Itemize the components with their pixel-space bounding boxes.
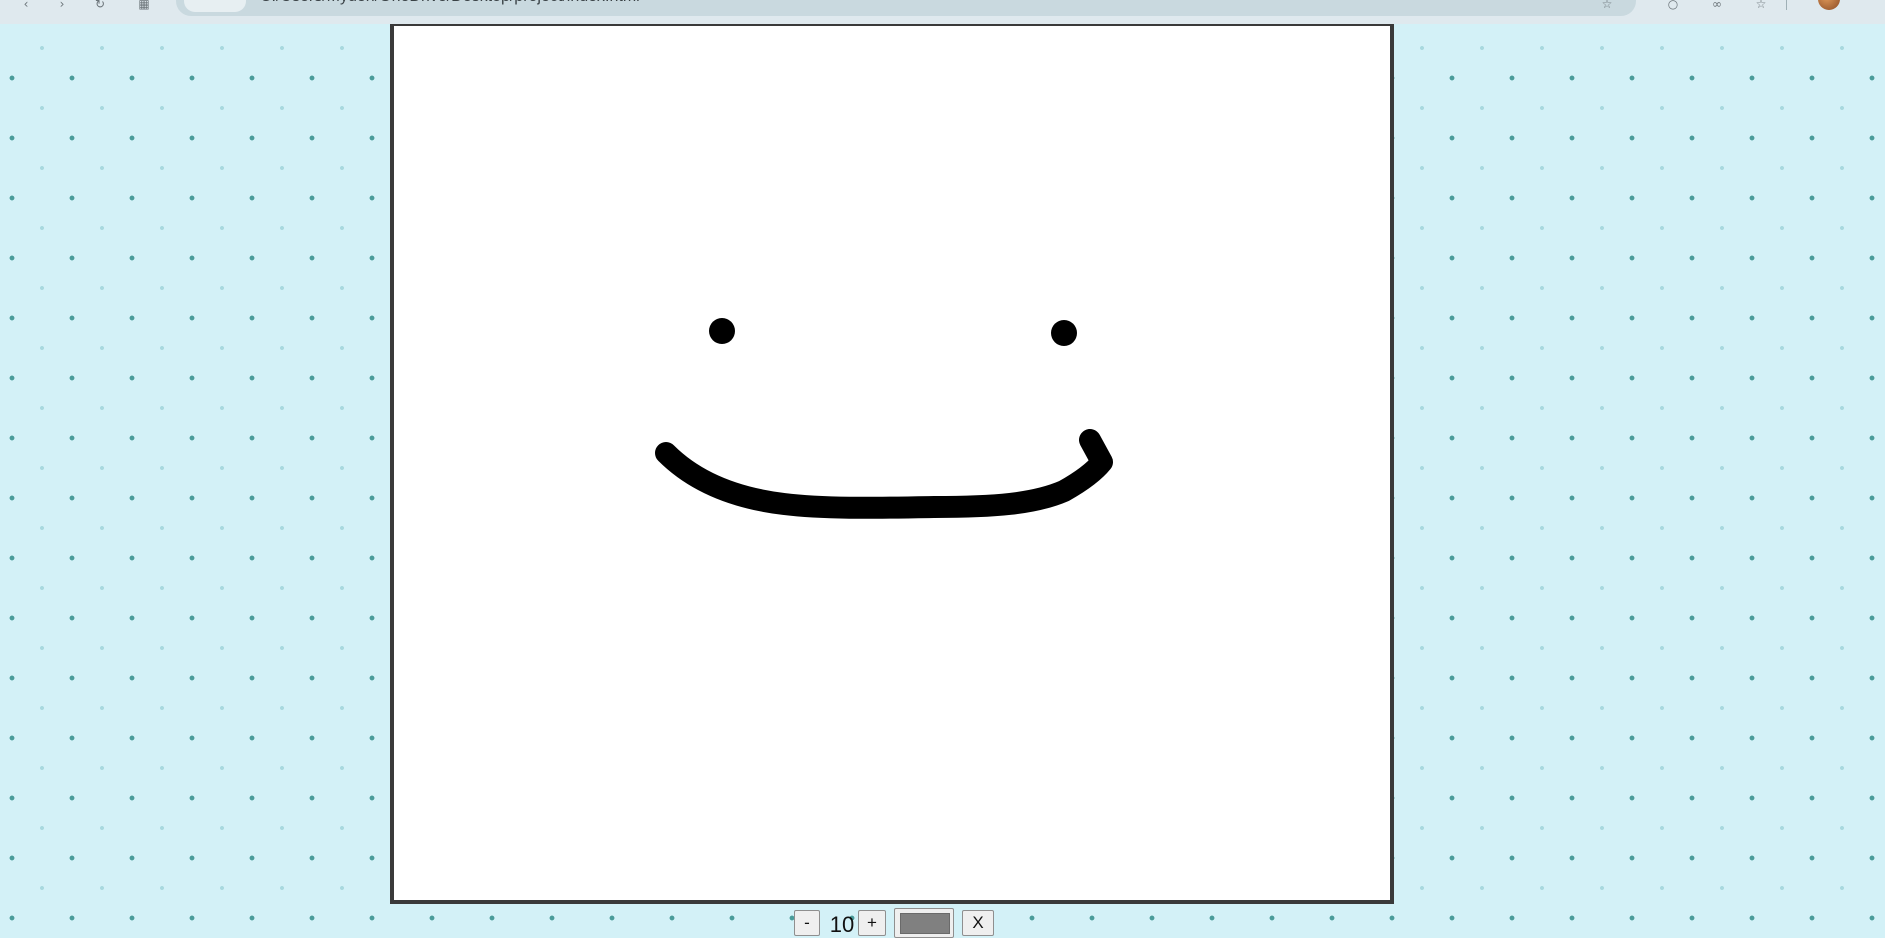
bookmark-star-icon[interactable]: ☆ <box>1598 0 1616 10</box>
left-eye-stroke <box>709 318 735 344</box>
decrease-size-button[interactable]: - <box>794 910 820 936</box>
increase-size-button[interactable]: + <box>858 910 886 936</box>
drawing-canvas[interactable] <box>390 24 1394 904</box>
color-picker[interactable] <box>894 908 954 938</box>
brush-size-value: 10 <box>829 912 855 937</box>
extension-icon[interactable]: ∞ <box>1708 0 1726 10</box>
site-info-icon[interactable] <box>184 0 246 12</box>
reload-icon[interactable]: ↻ <box>92 0 108 10</box>
bookmarks-icon[interactable]: ☆ <box>1752 0 1770 10</box>
tab-grid-icon[interactable]: ▦ <box>136 0 152 10</box>
forward-icon[interactable]: › <box>54 0 70 10</box>
extension-icon[interactable]: ○ <box>1664 0 1682 10</box>
canvas-drawing <box>655 318 1113 519</box>
clear-button[interactable]: X <box>962 910 994 936</box>
right-eye-stroke <box>1051 320 1077 346</box>
address-bar[interactable]: C:/Users/Myden/OneDrive/Desktop/project/… <box>176 0 1636 16</box>
color-swatch <box>900 913 950 934</box>
url-text[interactable]: C:/Users/Myden/OneDrive/Desktop/project/… <box>260 0 640 8</box>
toolbar-divider <box>1786 0 1787 10</box>
browser-toolbar: ‹ › ↻ ▦ C:/Users/Myden/OneDrive/Desktop/… <box>0 0 1885 25</box>
back-icon[interactable]: ‹ <box>18 0 34 10</box>
mouth-stroke <box>655 429 1113 519</box>
profile-icon[interactable] <box>1818 0 1840 10</box>
